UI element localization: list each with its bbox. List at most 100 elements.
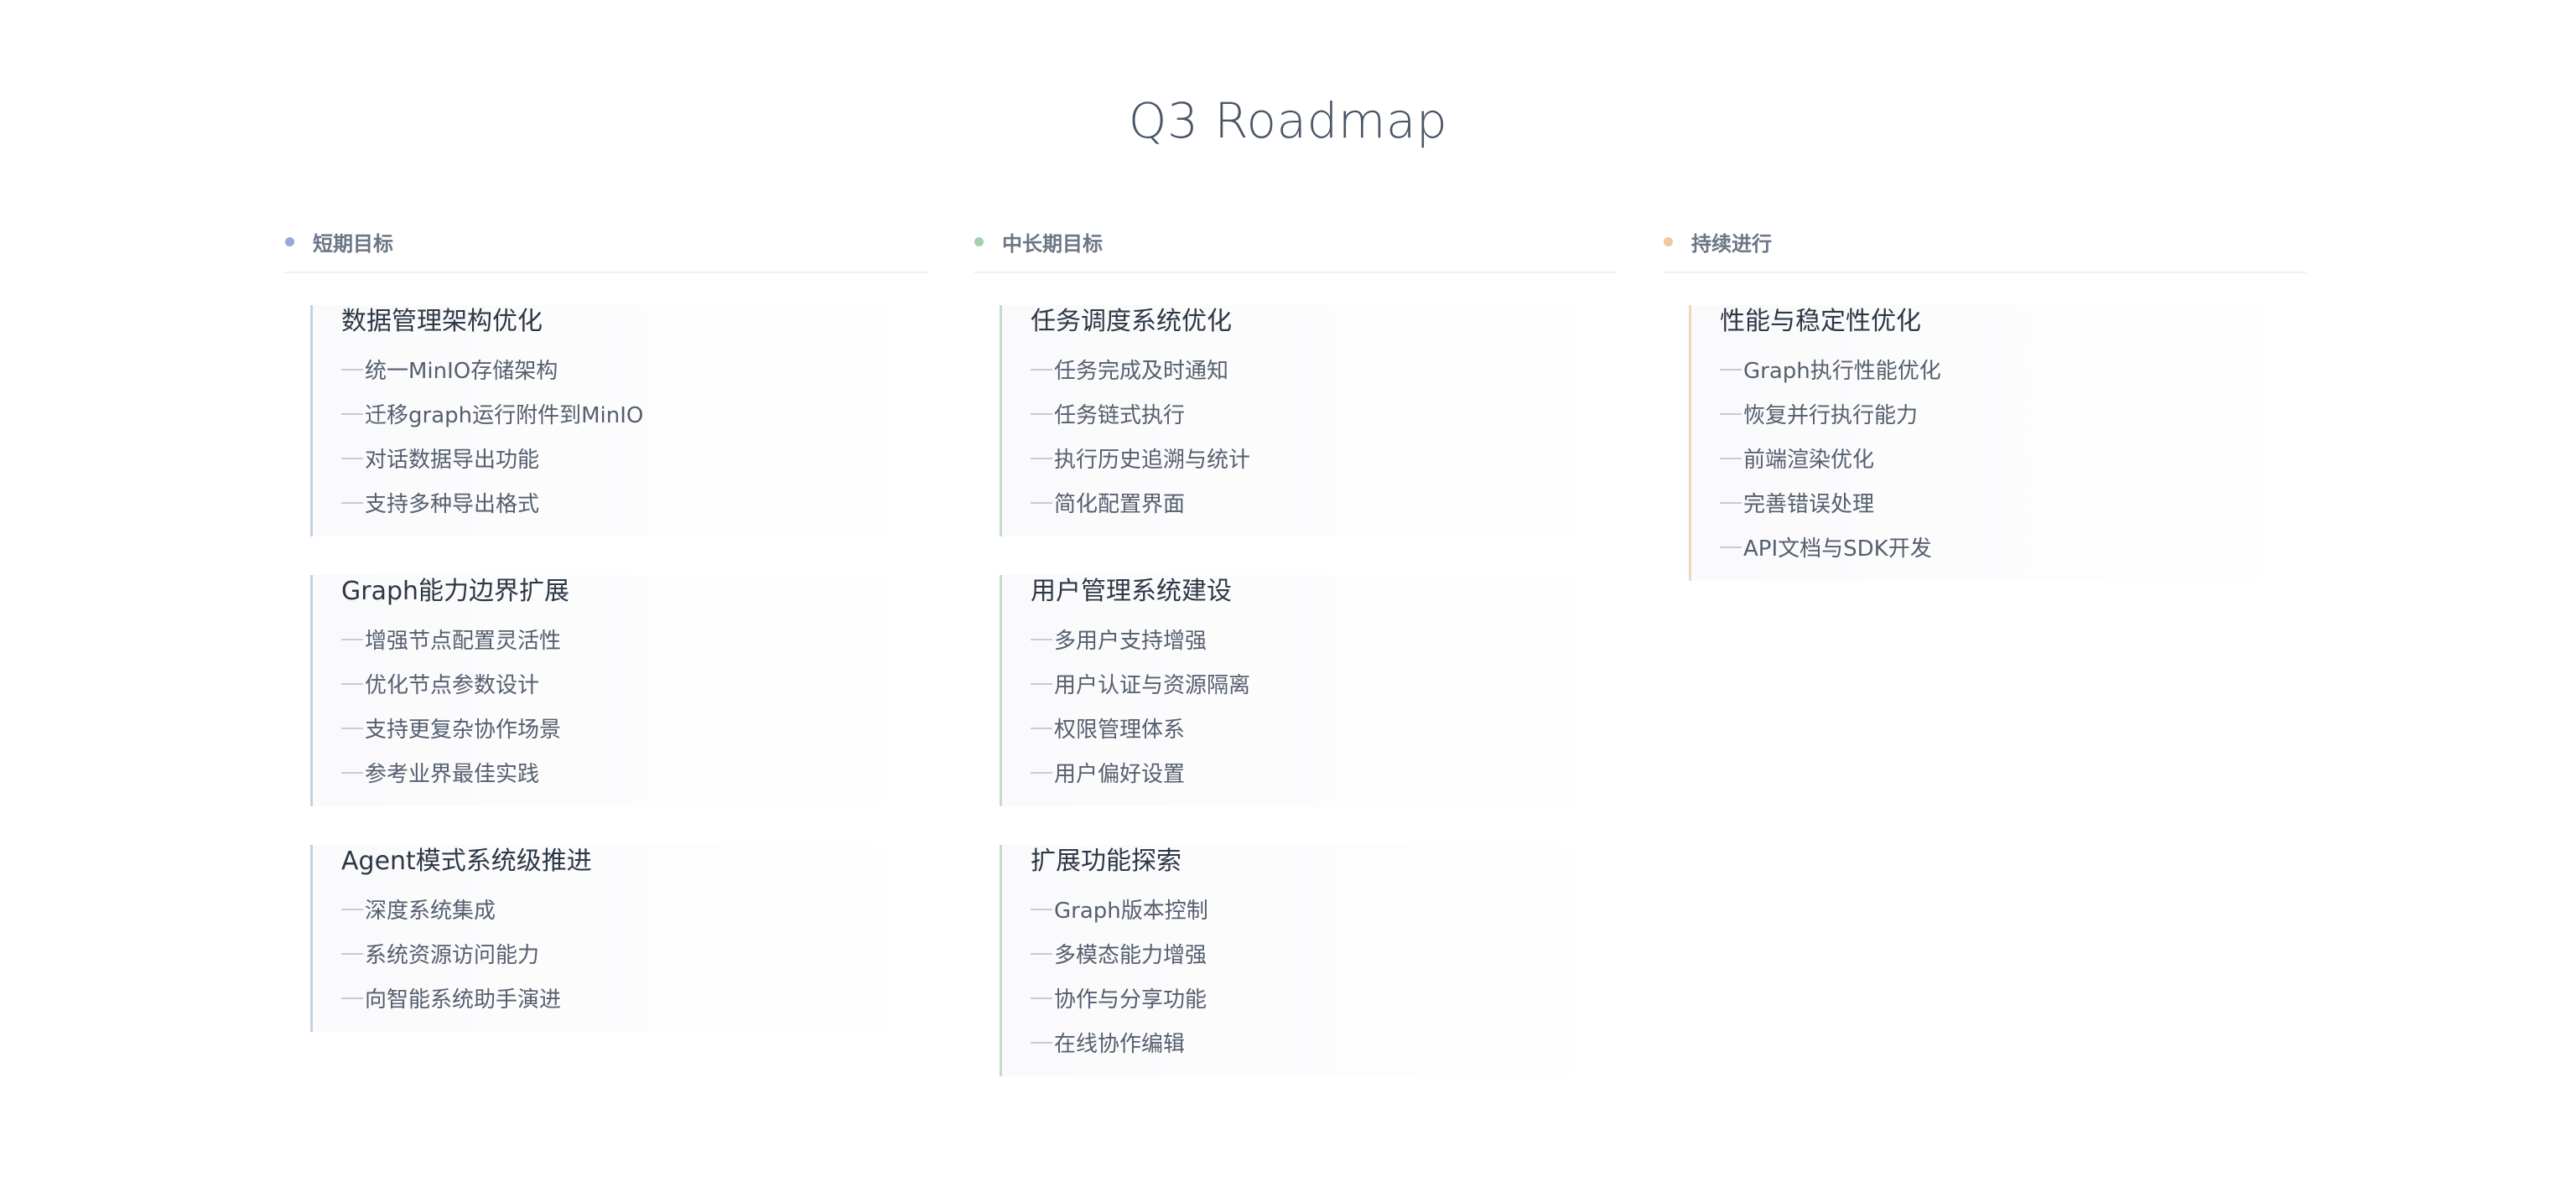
roadmap-item: 任务链式执行: [1031, 391, 1617, 436]
roadmap-item: 向智能系统助手演进: [341, 976, 927, 1020]
roadmap-item-label: 前端渲染优化: [1743, 448, 1875, 473]
column-header: 短期目标: [285, 225, 927, 273]
roadmap-item: Graph版本控制: [1031, 887, 1617, 931]
dash-icon: [1031, 368, 1052, 370]
roadmap-item: 用户认证与资源隔离: [1031, 661, 1617, 706]
dash-icon: [1031, 682, 1052, 685]
section-title: Graph能力边界扩展: [341, 577, 570, 606]
roadmap-item-label: 系统资源访问能力: [365, 943, 540, 968]
section-title: 数据管理架构优化: [341, 307, 543, 336]
roadmap-item: 执行历史追溯与统计: [1031, 436, 1617, 480]
dash-icon: [1031, 1041, 1052, 1044]
roadmap-item-label: 完善错误处理: [1743, 492, 1875, 517]
roadmap-item-label: 参考业界最佳实践: [365, 762, 540, 787]
dash-icon: [341, 457, 363, 459]
page-title: Q3 Roadmap: [1128, 92, 1448, 149]
column-dot-icon: [974, 236, 984, 246]
roadmap-item-label: 协作与分享功能: [1054, 987, 1208, 1013]
roadmap-item: 用户偏好设置: [1031, 750, 1617, 795]
dash-icon: [1031, 457, 1052, 459]
dash-icon: [1031, 727, 1052, 729]
roadmap-item-label: 用户偏好设置: [1054, 762, 1186, 787]
roadmap-column: 中长期目标任务调度系统优化任务完成及时通知任务链式执行执行历史追溯与统计 简化配置…: [974, 225, 1617, 1115]
roadmap-item-label: 权限管理体系: [1054, 718, 1186, 743]
roadmap-item-label: 深度系统集成: [365, 899, 496, 924]
roadmap-item-label: 多模态能力增强: [1054, 943, 1208, 968]
roadmap-item-label: 优化节点参数设计: [365, 673, 540, 698]
section-title: 性能与稳定性优化: [1720, 307, 1921, 336]
roadmap-section: 扩展功能探索 Graph版本控制 多模态能力增强 协作与分享功能 在线协作编辑: [1000, 845, 1617, 1076]
roadmap-item: 多用户支持增强: [1031, 617, 1617, 661]
roadmap-item: 对话数据导出功能: [341, 436, 927, 480]
roadmap-item-label: 支持更复杂协作场景: [365, 718, 562, 743]
roadmap-item-label: 支持多种导出格式: [365, 492, 540, 517]
roadmap-item: 在线协作编辑: [1031, 1020, 1617, 1065]
roadmap-item-label: 用户认证与资源隔离: [1054, 673, 1251, 698]
roadmap-column: 持续进行性能与稳定性优化 Graph执行性能优化 恢复并行执行能力 前端渲染优化 完善错…: [1664, 225, 2306, 1115]
roadmap-item: 协作与分享功能: [1031, 976, 1617, 1020]
roadmap-item-label: Graph执行性能优化: [1743, 359, 1941, 384]
dash-icon: [1031, 412, 1052, 415]
roadmap-item: 系统资源访问能力: [341, 931, 927, 976]
dash-icon: [341, 412, 363, 415]
section-title: Agent模式系统级推进: [341, 847, 592, 876]
section-title: 扩展功能探索: [1031, 847, 1182, 876]
roadmap-item: 支持多种导出格式: [341, 480, 927, 525]
roadmap-item-label: API文档与SDK开发: [1743, 536, 1932, 562]
roadmap-item-label: 迁移graph运行附件到MinIO: [365, 403, 644, 428]
roadmap-item-label: 恢复并行执行能力: [1743, 403, 1919, 428]
roadmap-item: 任务完成及时通知: [1031, 347, 1617, 391]
column-header: 持续进行: [1664, 225, 2306, 273]
roadmap-columns: 短期目标数据管理架构优化统一MinIO存储架构迁移graph运行附件到MinIO…: [285, 225, 2323, 1115]
roadmap-item-label: 执行历史追溯与统计: [1054, 448, 1251, 473]
roadmap-item-label: Graph版本控制: [1054, 899, 1208, 924]
roadmap-item-label: 简化配置界面: [1054, 492, 1186, 517]
roadmap-item-label: 对话数据导出功能: [365, 448, 540, 473]
dash-icon: [341, 727, 363, 729]
roadmap-item: API文档与SDK开发: [1720, 525, 2306, 569]
dash-icon: [341, 997, 363, 999]
column-dot-icon: [1664, 236, 1673, 246]
roadmap-item: 前端渲染优化: [1720, 436, 2306, 480]
dash-icon: [1720, 368, 1742, 370]
roadmap-item: 增强节点配置灵活性: [341, 617, 927, 661]
dash-icon: [1031, 997, 1052, 999]
roadmap-section: 任务调度系统优化任务完成及时通知任务链式执行执行历史追溯与统计 简化配置界面: [1000, 305, 1617, 536]
dash-icon: [341, 682, 363, 685]
section-title: 用户管理系统建设: [1031, 577, 1232, 606]
roadmap-item: 权限管理体系: [1031, 706, 1617, 750]
dash-icon: [1720, 412, 1742, 415]
dash-icon: [1031, 908, 1052, 910]
roadmap-item: 恢复并行执行能力: [1720, 391, 2306, 436]
roadmap-section: 性能与稳定性优化 Graph执行性能优化 恢复并行执行能力 前端渲染优化 完善错误处理 A…: [1689, 305, 2306, 581]
column-label: 中长期目标: [1002, 231, 1103, 256]
dash-icon: [1720, 457, 1742, 459]
column-label: 短期目标: [313, 231, 393, 256]
dash-icon: [1031, 952, 1052, 955]
roadmap-section: Graph能力边界扩展增强节点配置灵活性 优化节点参数设计 支持更复杂协作场景 参考业…: [310, 575, 927, 806]
roadmap-item-label: 向智能系统助手演进: [365, 987, 562, 1013]
roadmap-section: Agent模式系统级推进深度系统集成系统资源访问能力 向智能系统助手演进: [310, 845, 927, 1032]
dash-icon: [1720, 501, 1742, 504]
roadmap-section: 数据管理架构优化统一MinIO存储架构迁移graph运行附件到MinIO 对话数据…: [310, 305, 927, 536]
roadmap-item: 简化配置界面: [1031, 480, 1617, 525]
roadmap-item: 多模态能力增强: [1031, 931, 1617, 976]
roadmap-item: 优化节点参数设计: [341, 661, 927, 706]
roadmap-item: 迁移graph运行附件到MinIO: [341, 391, 927, 436]
dash-icon: [341, 638, 363, 640]
roadmap-item: 完善错误处理: [1720, 480, 2306, 525]
roadmap-item-label: 在线协作编辑: [1054, 1032, 1186, 1057]
roadmap-section: 用户管理系统建设多用户支持增强用户认证与资源隔离 权限管理体系 用户偏好设置: [1000, 575, 1617, 806]
roadmap-item-label: 多用户支持增强: [1054, 629, 1208, 654]
roadmap-item-label: 任务完成及时通知: [1054, 359, 1229, 384]
roadmap-item-label: 增强节点配置灵活性: [365, 629, 562, 654]
dash-icon: [1031, 771, 1052, 774]
dash-icon: [1031, 638, 1052, 640]
roadmap-item: 支持更复杂协作场景: [341, 706, 927, 750]
roadmap-item-label: 统一MinIO存储架构: [365, 359, 558, 384]
dash-icon: [341, 771, 363, 774]
column-header: 中长期目标: [974, 225, 1617, 273]
section-title: 任务调度系统优化: [1031, 307, 1232, 336]
roadmap-column: 短期目标数据管理架构优化统一MinIO存储架构迁移graph运行附件到MinIO…: [285, 225, 927, 1115]
roadmap-page: Q3 Roadmap 短期目标数据管理架构优化统一MinIO存储架构迁移grap…: [0, 0, 2576, 1202]
